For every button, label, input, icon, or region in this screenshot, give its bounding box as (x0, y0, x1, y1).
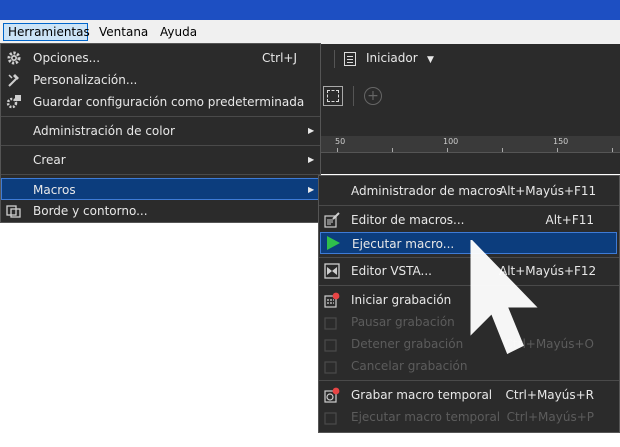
ruler-tick (447, 148, 448, 152)
menu-herramientas[interactable]: Herramientas (3, 23, 90, 41)
menu-item-label: Borde y contorno... (33, 204, 148, 218)
menu-item-label: Guardar configuración como predeterminad… (33, 95, 305, 109)
record-cancel-icon (324, 361, 337, 374)
menu-separator (319, 257, 619, 258)
menu-item-guardar-configuracion[interactable]: Guardar configuración como predeterminad… (1, 91, 320, 113)
menu-item-label: Cancelar grabación (351, 359, 468, 373)
launcher-label[interactable]: Iniciador (366, 51, 418, 65)
menu-item-label: Grabar macro temporal (351, 388, 493, 402)
menu-separator (319, 285, 619, 286)
menu-ventana[interactable]: Ventana (95, 23, 152, 41)
submenu-arrow-icon: ▶ (308, 185, 315, 194)
menu-separator (319, 205, 619, 206)
toolbar-separator (353, 86, 354, 106)
menu-item-label: Administración de color (33, 124, 175, 138)
launcher-icon[interactable] (344, 52, 356, 66)
menu-item-label: Detener grabación (351, 337, 464, 351)
ruler-tick (502, 148, 503, 152)
menu-item-detener-grabacion[interactable]: Detener grabación Ctrl+Mayús+O (319, 333, 619, 355)
menu-item-cancelar-grabacion[interactable]: Cancelar grabación (319, 355, 619, 377)
menu-item-label: Opciones... (33, 51, 101, 65)
temp-run-icon (324, 412, 337, 425)
ruler-tick (612, 148, 613, 152)
property-bar: + (320, 78, 620, 116)
menu-item-crear[interactable]: Crear ▶ (1, 149, 320, 171)
submenu-arrow-icon: ▶ (308, 155, 315, 164)
ruler-label: 100 (443, 137, 459, 146)
toolbar-separator (334, 50, 335, 68)
ruler-label: 50 (335, 137, 346, 146)
submenu-arrow-icon: ▶ (308, 126, 315, 135)
menu-item-label: Iniciar grabación (351, 293, 452, 307)
menu-item-opciones[interactable]: Opciones... Ctrl+J (1, 47, 320, 69)
menu-item-borde-contorno[interactable]: Borde y contorno... (1, 200, 320, 222)
menu-item-shortcut: Ctrl+Mayús+R (505, 388, 594, 402)
record-stop-icon (324, 339, 337, 352)
menu-item-shortcut: Ctrl+J (262, 51, 297, 65)
vsta-icon (324, 263, 340, 279)
menu-item-macros[interactable]: Macros ▶ (1, 178, 320, 200)
mouse-pointer-icon (470, 240, 538, 355)
menu-separator (319, 380, 619, 381)
horizontal-ruler: 50 100 150 (320, 136, 620, 153)
macro-editor-icon (324, 212, 340, 228)
menu-item-pausar-grabacion[interactable]: Pausar grabación (319, 311, 619, 333)
save-settings-icon (6, 95, 21, 109)
menu-item-label: Pausar grabación (351, 315, 455, 329)
add-icon[interactable]: + (364, 87, 382, 105)
menu-item-administrador-macros[interactable]: Administrador de macros Alt+Mayús+F11 (319, 180, 619, 202)
menu-item-label: Macros (33, 183, 76, 197)
menu-item-label: Ejecutar macro... (352, 237, 455, 251)
menu-item-grabar-macro-temporal[interactable]: Grabar macro temporal Ctrl+Mayús+R (319, 384, 619, 406)
standard-toolbar: Iniciador ▼ (320, 44, 620, 74)
record-start-icon (324, 292, 340, 308)
menu-item-label: Editor de macros... (351, 213, 465, 227)
menu-item-editor-macros[interactable]: Editor de macros... Alt+F11 (319, 209, 619, 231)
chevron-down-icon[interactable]: ▼ (427, 55, 434, 65)
macros-submenu: Administrador de macros Alt+Mayús+F11 Ed… (318, 175, 620, 433)
ruler-tick (337, 148, 338, 152)
gear-icon (7, 51, 21, 65)
menu-ayuda[interactable]: Ayuda (156, 23, 201, 41)
menu-item-iniciar-grabacion[interactable]: Iniciar grabación (319, 289, 619, 311)
menu-item-shortcut: Alt+Mayús+F11 (499, 184, 597, 198)
menu-item-label: Editor VSTA... (351, 264, 432, 278)
menu-item-label: Administrador de macros (351, 184, 503, 198)
menu-item-administracion-color[interactable]: Administración de color ▶ (1, 120, 320, 142)
temp-record-icon (324, 387, 340, 403)
ruler-tick (392, 148, 393, 152)
customize-tools-icon (8, 74, 19, 87)
menu-item-label: Crear (33, 153, 66, 167)
frame-select-icon[interactable] (323, 86, 343, 106)
title-bar-strip (0, 0, 620, 20)
menu-separator (1, 145, 320, 146)
ruler-tick (557, 148, 558, 152)
menu-item-ejecutar-macro-temporal[interactable]: Ejecutar macro temporal Ctrl+Mayús+P (319, 406, 619, 428)
ruler-label: 150 (553, 137, 569, 146)
record-pause-icon (324, 317, 337, 330)
menu-item-shortcut: Alt+F11 (545, 213, 594, 227)
menu-separator (1, 116, 320, 117)
menu-item-label: Ejecutar macro temporal (351, 410, 501, 424)
menu-bar: Herramientas Ventana Ayuda (0, 20, 620, 44)
play-icon (327, 236, 340, 250)
menu-item-personalizacion[interactable]: Personalización... (1, 69, 320, 91)
menu-separator (1, 174, 320, 175)
menu-item-ejecutar-macro[interactable]: Ejecutar macro... (320, 232, 617, 254)
menu-item-shortcut: Ctrl+Mayús+P (506, 410, 594, 424)
menu-item-editor-vsta[interactable]: Editor VSTA... Alt+Mayús+F12 (319, 260, 619, 282)
border-outline-icon (6, 205, 21, 218)
herramientas-menu: Opciones... Ctrl+J Personalización... Gu… (0, 43, 321, 223)
menu-item-label: Personalización... (33, 73, 138, 87)
